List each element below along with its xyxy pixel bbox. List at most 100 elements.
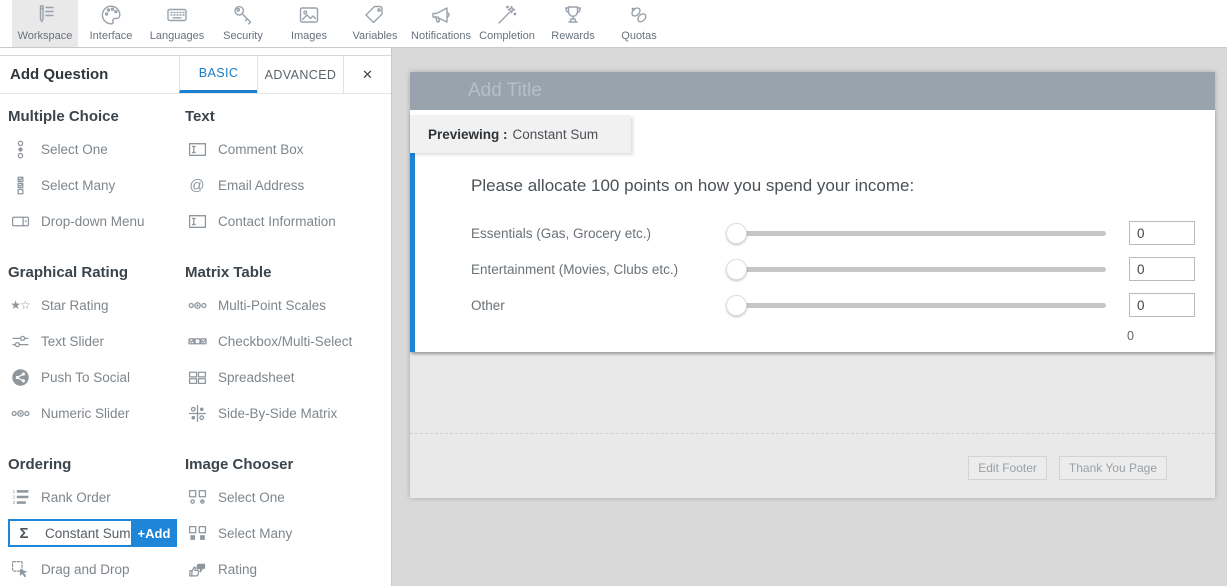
constant-sum-row: Entertainment (Movies, Clubs etc.) — [471, 257, 1195, 281]
footer-divider — [410, 433, 1215, 434]
toolbar-item-languages[interactable]: Languages — [144, 0, 210, 47]
add-title-placeholder: Add Title — [468, 80, 542, 102]
sidebar-item-comment-box[interactable]: Comment Box — [185, 138, 362, 160]
sidebar-item-side-by-side-matrix[interactable]: Side-By-Side Matrix — [185, 402, 362, 424]
numbered-list-icon: 123 — [8, 488, 32, 507]
slider-knob[interactable] — [726, 223, 747, 244]
section-title: Multiple Choice — [8, 108, 185, 126]
svg-text:3: 3 — [12, 500, 15, 506]
sidebar-item-star-rating[interactable]: ★☆ Star Rating — [8, 294, 185, 316]
at-sign-icon: @ — [185, 177, 209, 194]
item-label: Star Rating — [41, 298, 109, 313]
toolbar-item-label: Rewards — [551, 30, 594, 42]
matrix-icon — [185, 404, 209, 423]
share-icon — [8, 368, 32, 387]
grid-icon — [185, 368, 209, 387]
points-input[interactable] — [1129, 257, 1195, 281]
constant-sum-row: Other — [471, 293, 1195, 317]
sidebar-item-image-rating[interactable]: Rating — [185, 558, 362, 580]
points-slider[interactable] — [726, 223, 1106, 244]
section-text: Text Comment Box @ Email Address Contact… — [185, 108, 362, 246]
item-label: Spreadsheet — [218, 370, 295, 385]
item-label: Select One — [41, 142, 108, 157]
points-slider[interactable] — [726, 295, 1106, 316]
add-title-bar[interactable]: Add Title — [410, 72, 1215, 110]
section-multiple-choice: Multiple Choice Select One Select Many D… — [8, 108, 185, 246]
slider-track — [744, 231, 1106, 236]
text-box-icon — [185, 212, 209, 231]
item-label: Side-By-Side Matrix — [218, 406, 337, 421]
sidebar-item-select-one[interactable]: Select One — [8, 138, 185, 160]
toolbar-item-quotas[interactable]: Quotas — [606, 0, 672, 47]
toolbar-item-interface[interactable]: Interface — [78, 0, 144, 47]
section-title: Matrix Table — [185, 264, 362, 282]
item-label: Email Address — [218, 178, 304, 193]
sidebar-item-drag-and-drop[interactable]: Drag and Drop — [8, 558, 185, 580]
tab-basic[interactable]: BASIC — [179, 56, 257, 93]
slider-track — [744, 267, 1106, 272]
question-area: Please allocate 100 points on how you sp… — [471, 176, 1195, 343]
add-question-panel: Add Question BASIC ADVANCED ✕ Multiple C… — [0, 48, 392, 586]
sidebar-item-dropdown-menu[interactable]: Drop-down Menu — [8, 210, 185, 232]
text-box-icon — [185, 140, 209, 159]
sidebar-item-image-select-one[interactable]: Select One — [185, 486, 362, 508]
edit-footer-button[interactable]: Edit Footer — [968, 456, 1047, 480]
toolbar-item-label: Variables — [352, 30, 397, 42]
sidebar-item-checkbox-multi-select[interactable]: Checkbox/Multi-Select — [185, 330, 362, 352]
sidebar-item-multi-point-scales[interactable]: Multi-Point Scales — [185, 294, 362, 316]
palette-icon — [99, 3, 123, 27]
checkbox-list-icon — [8, 176, 32, 195]
sidebar-item-image-select-many[interactable]: Select Many — [185, 522, 362, 544]
close-icon[interactable]: ✕ — [343, 56, 391, 93]
sidebar-item-rank-order[interactable]: 123 Rank Order — [8, 486, 185, 508]
image-radio-icon — [185, 488, 209, 507]
svg-text:1: 1 — [12, 488, 15, 494]
toolbar-item-label: Interface — [90, 30, 133, 42]
toolbar-item-label: Languages — [150, 30, 204, 42]
toolbar-item-rewards[interactable]: Rewards — [540, 0, 606, 47]
section-title: Text — [185, 108, 362, 126]
points-input[interactable] — [1129, 293, 1195, 317]
points-input[interactable] — [1129, 221, 1195, 245]
previewing-badge: Previewing : Constant Sum — [410, 115, 631, 153]
slider-knob[interactable] — [726, 259, 747, 280]
item-label: Rating — [218, 562, 257, 577]
toolbar-item-variables[interactable]: Variables — [342, 0, 408, 47]
sidebar-item-push-to-social[interactable]: Push To Social — [8, 366, 185, 388]
key-icon — [231, 3, 255, 27]
sidebar-item-select-many[interactable]: Select Many — [8, 174, 185, 196]
question-type-list: Multiple Choice Select One Select Many D… — [0, 94, 391, 586]
thank-you-page-button[interactable]: Thank You Page — [1059, 456, 1167, 480]
trophy-icon — [561, 3, 585, 27]
sidebar-item-contact-information[interactable]: Contact Information — [185, 210, 362, 232]
toolbar-item-security[interactable]: Security — [210, 0, 276, 47]
sidebar-top-strip — [0, 48, 391, 56]
panel-title: Add Question — [0, 56, 179, 93]
scale-points-icon — [185, 296, 209, 315]
tab-advanced[interactable]: ADVANCED — [257, 56, 343, 93]
sidebar-item-text-slider[interactable]: Text Slider — [8, 330, 185, 352]
item-label: Select Many — [41, 178, 115, 193]
toolbar-item-completion[interactable]: Completion — [474, 0, 540, 47]
toolbar-item-images[interactable]: Images — [276, 0, 342, 47]
toolbar-item-workspace[interactable]: Workspace — [12, 0, 78, 47]
sidebar-item-numeric-slider[interactable]: Numeric Slider — [8, 402, 185, 424]
toolbar-item-notifications[interactable]: Notifications — [408, 0, 474, 47]
toolbar-item-label: Security — [223, 30, 263, 42]
sidebar-item-constant-sum[interactable]: Σ Constant Sum +Add — [8, 519, 177, 547]
slider-knob[interactable] — [726, 295, 747, 316]
sliders-icon — [8, 332, 32, 351]
item-label: Push To Social — [41, 370, 130, 385]
previewing-value: Constant Sum — [513, 127, 599, 142]
toolbar-item-label: Notifications — [411, 30, 471, 42]
points-slider[interactable] — [726, 259, 1106, 280]
item-label: Multi-Point Scales — [218, 298, 326, 313]
sidebar-item-spreadsheet[interactable]: Spreadsheet — [185, 366, 362, 388]
survey-preview-frame: Add Title Previewing : Constant Sum Plea… — [410, 72, 1215, 498]
add-button[interactable]: +Add — [131, 521, 178, 545]
item-label: Constant Sum — [45, 526, 131, 541]
question-accent-stripe — [410, 153, 415, 352]
sidebar-item-email-address[interactable]: @ Email Address — [185, 174, 362, 196]
scale-points-icon — [8, 404, 32, 423]
survey-canvas: Add Title Previewing : Constant Sum Plea… — [392, 48, 1227, 586]
